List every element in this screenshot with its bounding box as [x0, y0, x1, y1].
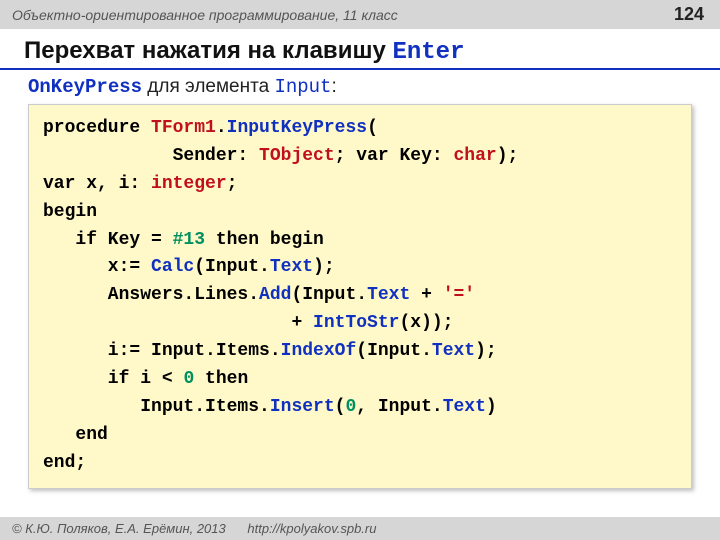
kw-procedure: procedure [43, 118, 151, 138]
type-tobject: TObject [259, 146, 335, 166]
ident-indexof: IndexOf [281, 341, 357, 361]
copyright: © К.Ю. Поляков, Е.А. Ерёмин, 2013 [12, 521, 226, 536]
ident-inttostr: IntToStr [313, 313, 399, 333]
type-integer: integer [151, 174, 227, 194]
literal-zero: 0 [345, 397, 356, 417]
slide-title: Перехват нажатия на клавишу Enter [0, 29, 720, 70]
title-text: Перехват нажатия на клавишу [24, 37, 392, 64]
kw-end: end; [43, 453, 86, 473]
method-name: OnKeyPress [28, 76, 142, 98]
kw-begin: begin [43, 202, 97, 222]
ident-text: Text [443, 397, 486, 417]
ident-text: Text [432, 341, 475, 361]
type-tform: TForm1 [151, 118, 216, 138]
ident-add: Add [259, 285, 291, 305]
ident-text: Text [367, 285, 410, 305]
string-eq: '=' [443, 285, 475, 305]
footer-link[interactable]: http://kpolyakov.spb.ru [247, 521, 376, 536]
title-keyword: Enter [392, 39, 464, 66]
literal-13: #13 [173, 230, 205, 250]
subhead-mid: для элемента [142, 76, 274, 97]
literal-zero: 0 [183, 369, 194, 389]
ident-inputkeypress: InputKeyPress [227, 118, 367, 138]
kw-end: end [43, 425, 108, 445]
code-block: procedure TForm1.InputKeyPress( Sender: … [28, 104, 692, 489]
page-number: 124 [674, 4, 704, 25]
subheading: OnKeyPress для элемента Input: [0, 70, 720, 102]
course-title: Объектно-ориентированное программировани… [12, 7, 398, 23]
subhead-tail: : [331, 76, 336, 97]
type-char: char [454, 146, 497, 166]
header: Объектно-ориентированное программировани… [0, 0, 720, 29]
ident-text: Text [270, 257, 313, 277]
ident-insert: Insert [270, 397, 335, 417]
element-name: Input [274, 76, 331, 98]
footer: © К.Ю. Поляков, Е.А. Ерёмин, 2013 http:/… [0, 517, 720, 540]
ident-calc: Calc [151, 257, 194, 277]
